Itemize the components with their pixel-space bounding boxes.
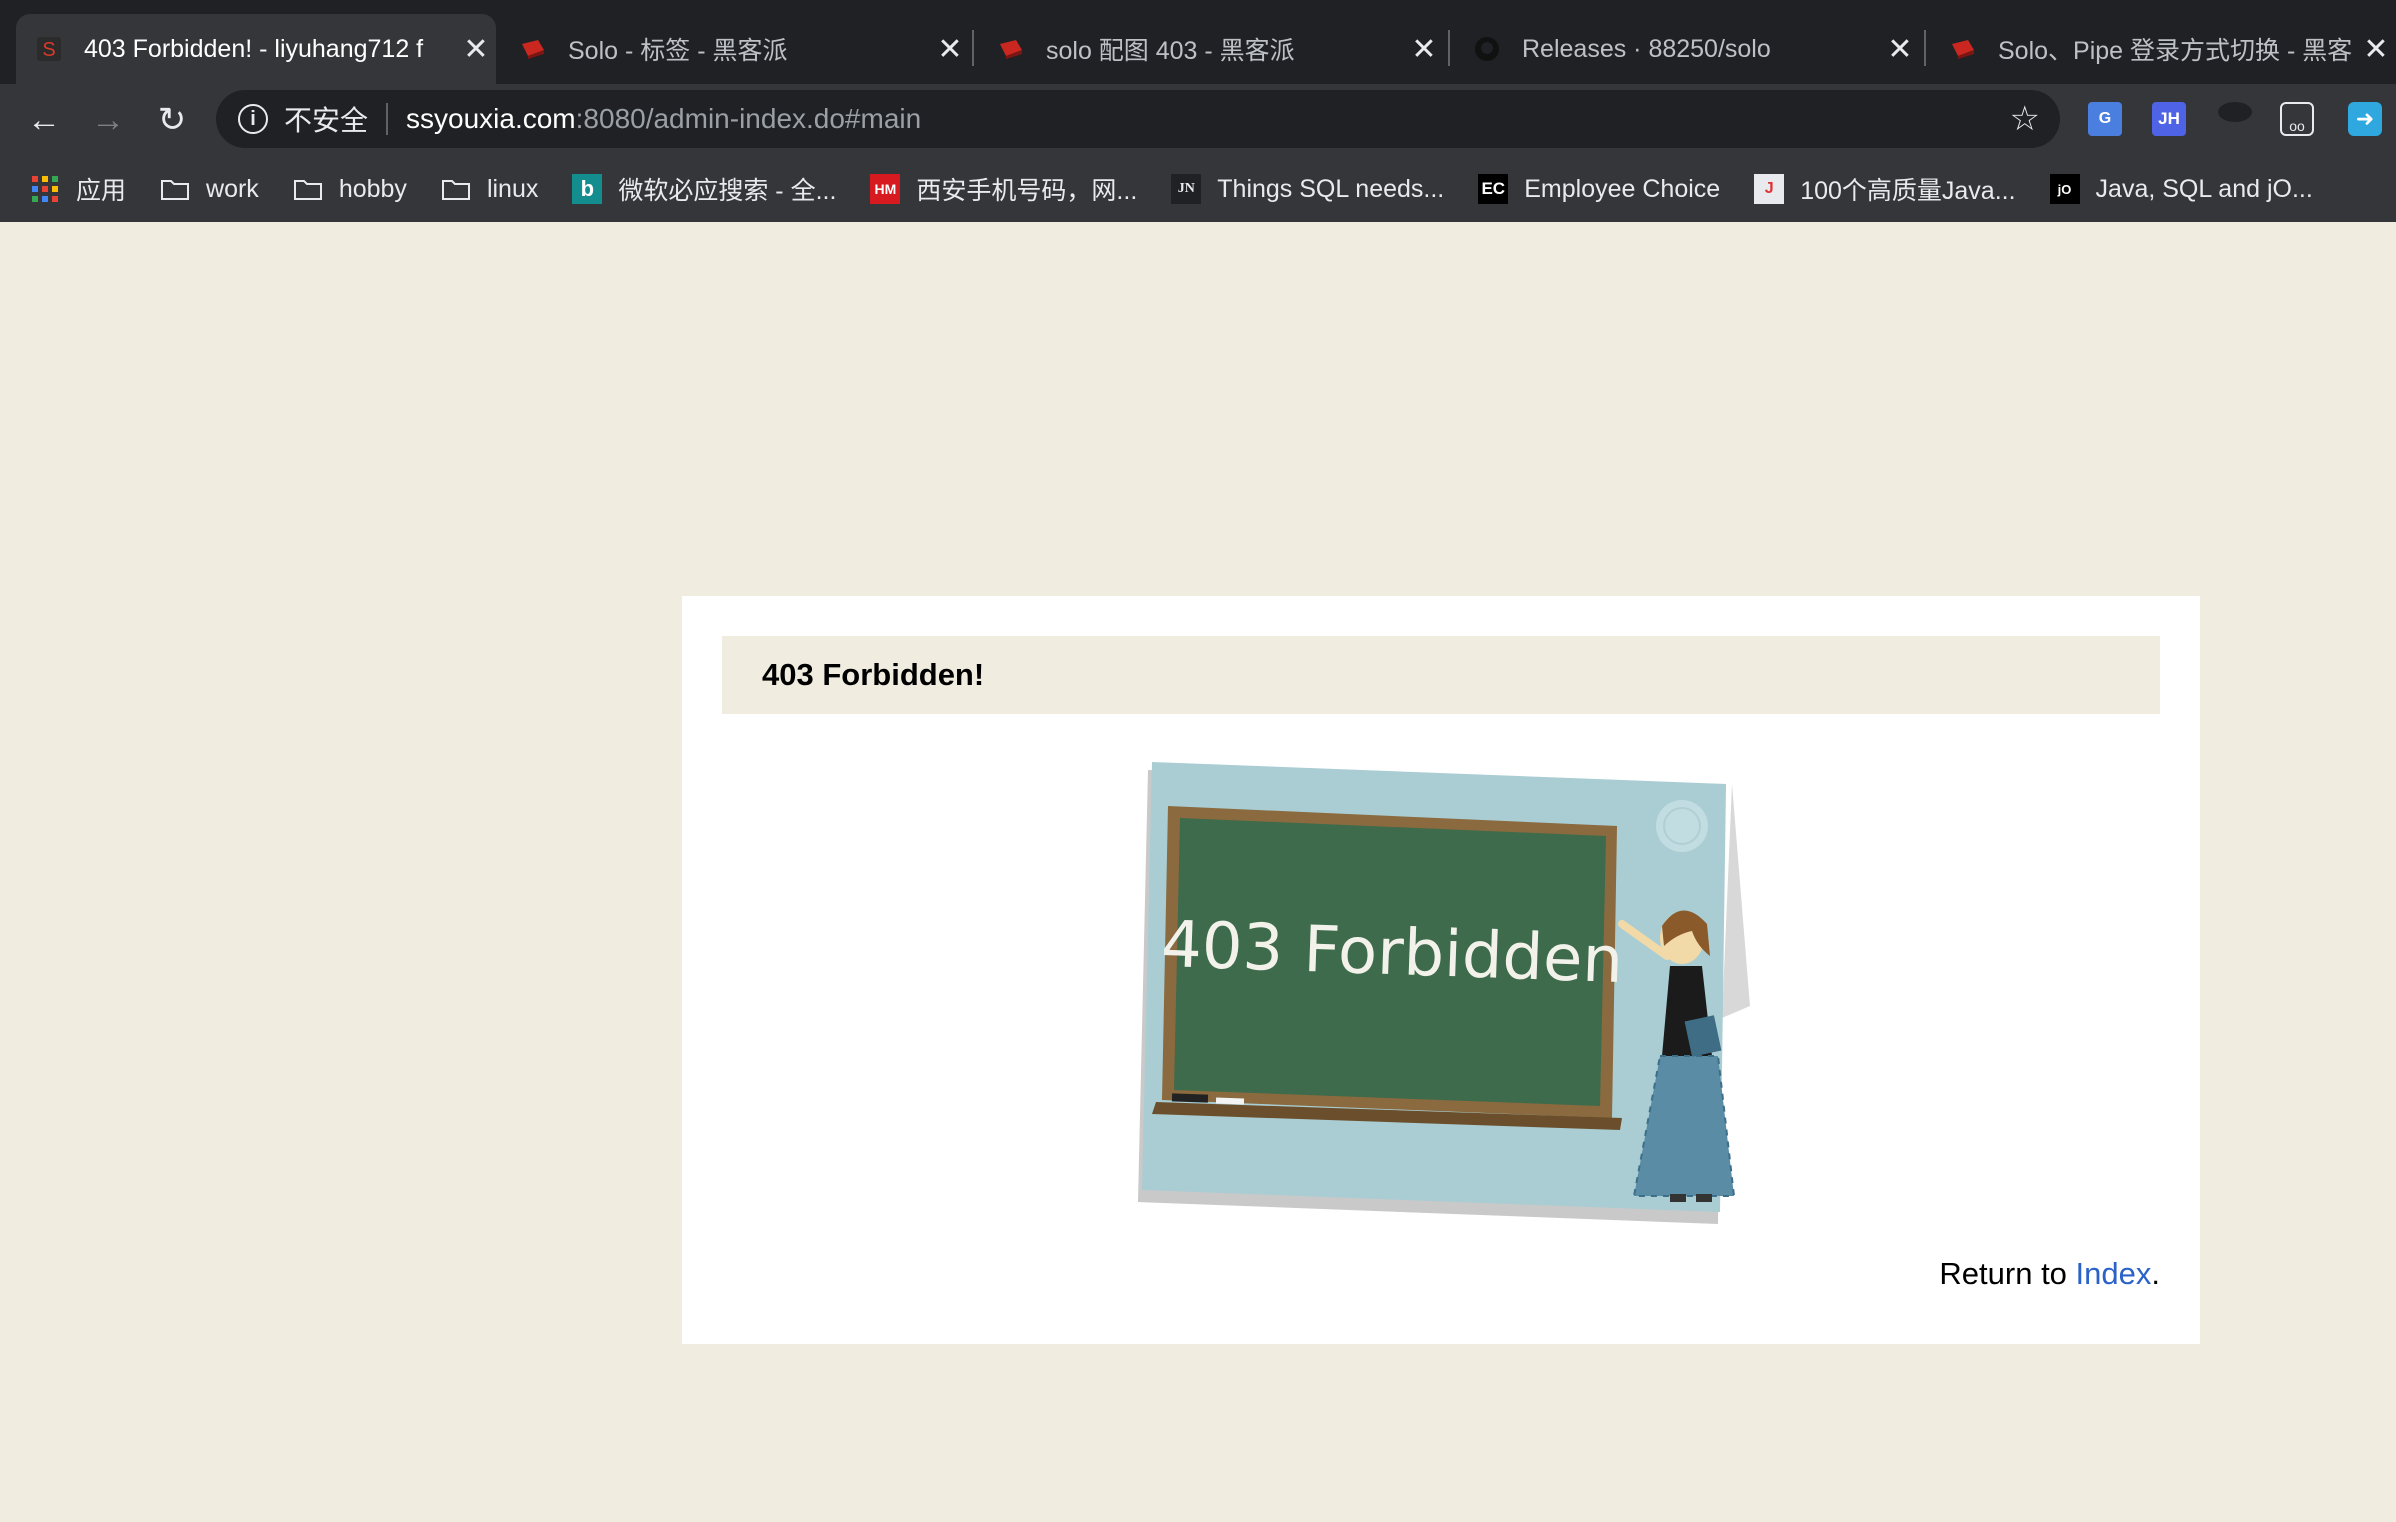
folder-icon [293, 174, 323, 204]
close-icon[interactable]: ✕ [1404, 32, 1444, 67]
omnibox-divider [386, 103, 389, 135]
tab-separator [1448, 30, 1450, 66]
folder-icon [441, 174, 471, 204]
hacpai-icon [1950, 36, 1976, 62]
spectacles-icon[interactable]: oo [2280, 102, 2314, 136]
url-host: ssyouxia.com [406, 103, 576, 134]
close-icon[interactable]: ✕ [930, 32, 970, 67]
hacpai-icon [998, 36, 1024, 62]
page-content: 403 Forbidden! 403 Forbidden Return to I… [0, 222, 2396, 1522]
tab-releases[interactable]: Releases · 88250/solo ✕ [1454, 14, 1920, 84]
bookmark-jooq[interactable]: jO Java, SQL and jO... [2049, 174, 2313, 204]
tab-solo-tags[interactable]: Solo - 标签 - 黑客派 ✕ [500, 14, 970, 84]
tab-active[interactable]: S 403 Forbidden! - liyuhang712 f ✕ [16, 14, 496, 84]
ninja-icon[interactable] [2218, 102, 2252, 122]
forbidden-illustration: 403 Forbidden [1138, 762, 1750, 1224]
return-line: Return to Index. [1939, 1256, 2160, 1292]
bookmark-label: 应用 [76, 177, 127, 205]
share-arrow-icon[interactable]: ➜ [2348, 102, 2382, 136]
index-link[interactable]: Index [2076, 1256, 2152, 1291]
bookmark-label: 100个高质量Java... [1800, 177, 2016, 205]
bookmark-label: Employee Choice [1524, 174, 1721, 203]
jooq-icon: jO [2049, 174, 2080, 204]
reload-icon[interactable]: ↻ [150, 98, 194, 142]
hacpai-icon [520, 36, 546, 62]
github-icon [1474, 36, 1500, 62]
forward-arrow-icon[interactable]: → [86, 98, 130, 142]
ec-icon: EC [1478, 174, 1509, 204]
bookmark-label: work [206, 174, 259, 203]
jh-icon[interactable]: JH [2152, 102, 2186, 136]
info-icon[interactable]: i [238, 104, 268, 134]
tab-title: Solo - 标签 - 黑客派 [568, 37, 788, 65]
tab-solo-403[interactable]: solo 配图 403 - 黑客派 ✕ [978, 14, 1444, 84]
folder-icon [160, 174, 190, 204]
close-icon[interactable]: ✕ [456, 32, 496, 67]
java-icon: J [1754, 174, 1785, 204]
bookmark-folder-hobby[interactable]: hobby [293, 174, 407, 204]
bookmark-label: Java, SQL and jO... [2095, 174, 2313, 203]
bookmark-hm[interactable]: HM 西安手机号码，网... [870, 171, 1137, 207]
tab-title: 403 Forbidden! - liyuhang712 f [84, 34, 424, 63]
hm-icon: HM [870, 174, 901, 204]
bookmark-label: 微软必应搜索 - 全... [618, 177, 837, 205]
bookmark-label: 西安手机号码，网... [916, 177, 1138, 205]
browser-chrome: S 403 Forbidden! - liyuhang712 f ✕ Solo … [0, 0, 2396, 222]
bookmark-java-100[interactable]: J 100个高质量Java... [1754, 171, 2016, 207]
svg-text:S: S [42, 39, 55, 61]
bookmark-label: linux [486, 174, 539, 203]
google-translate-icon[interactable]: G [2088, 102, 2122, 136]
tab-separator [972, 30, 974, 66]
bookmark-ec[interactable]: EC Employee Choice [1478, 174, 1720, 204]
tab-title: solo 配图 403 - 黑客派 [1046, 37, 1295, 65]
solo-s-icon: S [36, 36, 62, 62]
security-label: 不安全 [284, 105, 369, 136]
bookmark-folder-work[interactable]: work [160, 174, 259, 204]
bookmark-jn[interactable]: JN Things SQL needs... [1171, 174, 1444, 204]
bookmark-label: Things SQL needs... [1217, 174, 1445, 203]
bookmark-apps[interactable]: 应用 [30, 171, 126, 207]
tab-login-switch[interactable]: Solo、Pipe 登录方式切换 - 黑客 ✕ [1930, 14, 2396, 84]
page-title: 403 Forbidden! [762, 657, 985, 692]
tab-strip: S 403 Forbidden! - liyuhang712 f ✕ Solo … [0, 0, 2396, 84]
jn-icon: JN [1171, 174, 1202, 204]
bing-icon: b [572, 174, 603, 204]
tab-title: Releases · 88250/solo [1522, 34, 1771, 63]
error-card: 403 Forbidden! 403 Forbidden Return to I… [682, 596, 2200, 1344]
browser-toolbar: ← → ↻ i 不安全 ssyouxia.com :8080/admin-ind… [0, 84, 2396, 156]
tab-title: Solo、Pipe 登录方式切换 - 黑客 [1998, 37, 2353, 65]
return-prefix: Return to [1939, 1256, 2076, 1291]
bookmark-bing[interactable]: b 微软必应搜索 - 全... [572, 171, 836, 207]
bookmarks-bar: 应用 work hobby linux b 微软必应搜索 - 全... HM 西… [0, 156, 2396, 222]
error-header: 403 Forbidden! [722, 636, 2160, 714]
address-bar[interactable]: i 不安全 ssyouxia.com :8080/admin-index.do#… [216, 90, 2060, 148]
close-icon[interactable]: ✕ [1880, 32, 1920, 67]
return-suffix: . [2151, 1256, 2160, 1291]
bookmark-label: hobby [338, 174, 407, 203]
close-icon[interactable]: ✕ [2356, 32, 2396, 67]
tab-separator [1924, 30, 1926, 66]
url-rest: :8080/admin-index.do#main [575, 103, 922, 134]
bookmark-folder-linux[interactable]: linux [441, 174, 538, 204]
back-arrow-icon[interactable]: ← [22, 98, 66, 142]
apps-grid-icon [30, 174, 60, 204]
star-icon[interactable]: ☆ [2010, 99, 2040, 139]
